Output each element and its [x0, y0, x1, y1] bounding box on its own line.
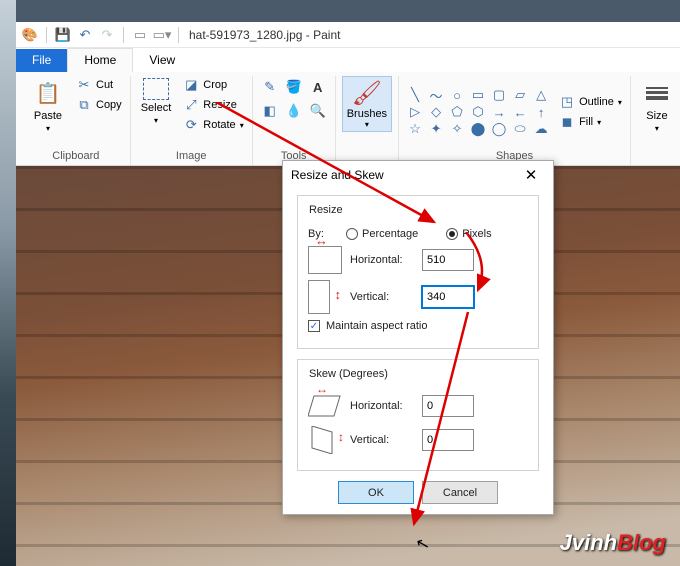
resize-skew-dialog: Resize and Skew ✕ Resize By: Percentage …	[282, 160, 554, 515]
group-tools: ✎ 🪣 A ◧ 💧 🔍 Tools	[253, 76, 336, 165]
resize-legend: Resize	[306, 204, 346, 216]
group-image: Select▾ ◪Crop ⤢Resize ⟳Rotate ▾ Image	[131, 76, 253, 165]
skew-v-graphic: ↕	[308, 426, 342, 454]
undo-icon[interactable]: ↶	[75, 25, 95, 45]
outline-button[interactable]: ◳Outline ▾	[557, 93, 624, 111]
paste-button[interactable]: 📋 Paste▾	[28, 76, 68, 135]
rotate-button[interactable]: ⟳Rotate ▾	[181, 116, 245, 134]
brushes-button[interactable]: 🖌 Brushes▾	[342, 76, 392, 132]
skew-group: Skew (Degrees) ↔ Horizontal: ↕ Vertical:	[297, 359, 539, 471]
resize-vertical-input[interactable]	[422, 286, 474, 308]
eraser-icon[interactable]: ◧	[259, 100, 281, 122]
group-brushes: 🖌 Brushes▾ .	[336, 76, 399, 165]
crop-icon: ◪	[183, 77, 199, 93]
dialog-title: Resize and Skew	[291, 168, 384, 182]
quick-access-toolbar: 🎨 💾 ↶ ↷ ▭ ▭▾ hat-591973_1280.jpg - Paint	[16, 22, 680, 48]
select-button[interactable]: Select▾	[137, 76, 176, 127]
tab-home[interactable]: Home	[67, 48, 133, 72]
percentage-radio[interactable]: Percentage	[346, 228, 418, 240]
shapes-gallery[interactable]: ╲〜○▭▢▱△ ▷◇⬠⬡→←↑ ☆✦✧⬤◯⬭☁	[405, 87, 551, 137]
pixels-radio[interactable]: Pixels	[446, 228, 491, 240]
tab-file[interactable]: File	[16, 49, 67, 72]
resize-v-label: Vertical:	[350, 291, 414, 303]
text-icon[interactable]: A	[307, 76, 329, 98]
group-size: Size▾ .	[631, 76, 680, 165]
brush-icon: 🖌	[352, 79, 382, 108]
maintain-aspect-checkbox[interactable]: ✓Maintain aspect ratio	[308, 320, 428, 332]
resize-horizontal-input[interactable]	[422, 249, 474, 271]
ribbon: 📋 Paste▾ ✂Cut ⧉Copy Clipboard Select▾ ◪C…	[16, 72, 680, 166]
skew-horizontal-input[interactable]	[422, 395, 474, 417]
resize-h-graphic	[308, 246, 342, 274]
resize-group: Resize By: Percentage Pixels Horizontal:…	[297, 195, 539, 349]
skew-vertical-input[interactable]	[422, 429, 474, 451]
resize-v-graphic	[308, 280, 330, 314]
group-label-image: Image	[176, 148, 207, 165]
ribbon-tabs: File Home View	[16, 48, 680, 72]
fillshape-icon: ◼	[559, 114, 575, 130]
select-icon	[143, 78, 169, 100]
magnifier-icon[interactable]: 🔍	[307, 100, 329, 122]
group-clipboard: 📋 Paste▾ ✂Cut ⧉Copy Clipboard	[22, 76, 131, 165]
group-label-clipboard: Clipboard	[52, 148, 99, 165]
tab-view[interactable]: View	[133, 49, 191, 72]
dialog-titlebar[interactable]: Resize and Skew ✕	[283, 161, 553, 189]
outline-icon: ◳	[559, 94, 575, 110]
ok-button[interactable]: OK	[338, 481, 414, 504]
cancel-button[interactable]: Cancel	[422, 481, 498, 504]
picker-icon[interactable]: 💧	[283, 100, 305, 122]
copy-icon: ⧉	[76, 97, 92, 113]
redo-icon[interactable]: ↷	[97, 25, 117, 45]
close-icon[interactable]: ✕	[517, 166, 545, 184]
scissors-icon: ✂	[76, 77, 92, 93]
watermark: JvinhBlog	[560, 530, 666, 556]
pencil-icon[interactable]: ✎	[259, 76, 281, 98]
crop-button[interactable]: ◪Crop	[181, 76, 245, 94]
fill-shape-button[interactable]: ◼Fill ▾	[557, 113, 624, 131]
skew-h-label: Horizontal:	[350, 400, 414, 412]
app-icon: 🎨	[20, 25, 40, 45]
cut-button[interactable]: ✂Cut	[74, 76, 124, 94]
size-icon	[641, 78, 673, 108]
window-title: hat-591973_1280.jpg - Paint	[189, 28, 340, 42]
size-button[interactable]: Size▾	[637, 76, 677, 135]
resize-h-label: Horizontal:	[350, 254, 414, 266]
fill-icon[interactable]: 🪣	[283, 76, 305, 98]
rotate-icon: ⟳	[183, 117, 199, 133]
skew-h-graphic: ↔	[308, 392, 342, 420]
save-icon[interactable]: 💾	[53, 25, 73, 45]
copy-button[interactable]: ⧉Copy	[74, 96, 124, 114]
group-shapes: ╲〜○▭▢▱△ ▷◇⬠⬡→←↑ ☆✦✧⬤◯⬭☁ ◳Outline ▾ ◼Fill…	[399, 76, 631, 165]
skew-v-label: Vertical:	[350, 434, 414, 446]
skew-legend: Skew (Degrees)	[306, 368, 391, 380]
resize-icon: ⤢	[183, 97, 199, 113]
new-icon[interactable]: ▭	[130, 25, 150, 45]
open-icon[interactable]: ▭▾	[152, 25, 172, 45]
resize-button[interactable]: ⤢Resize	[181, 96, 245, 114]
clipboard-icon: 📋	[32, 78, 64, 108]
